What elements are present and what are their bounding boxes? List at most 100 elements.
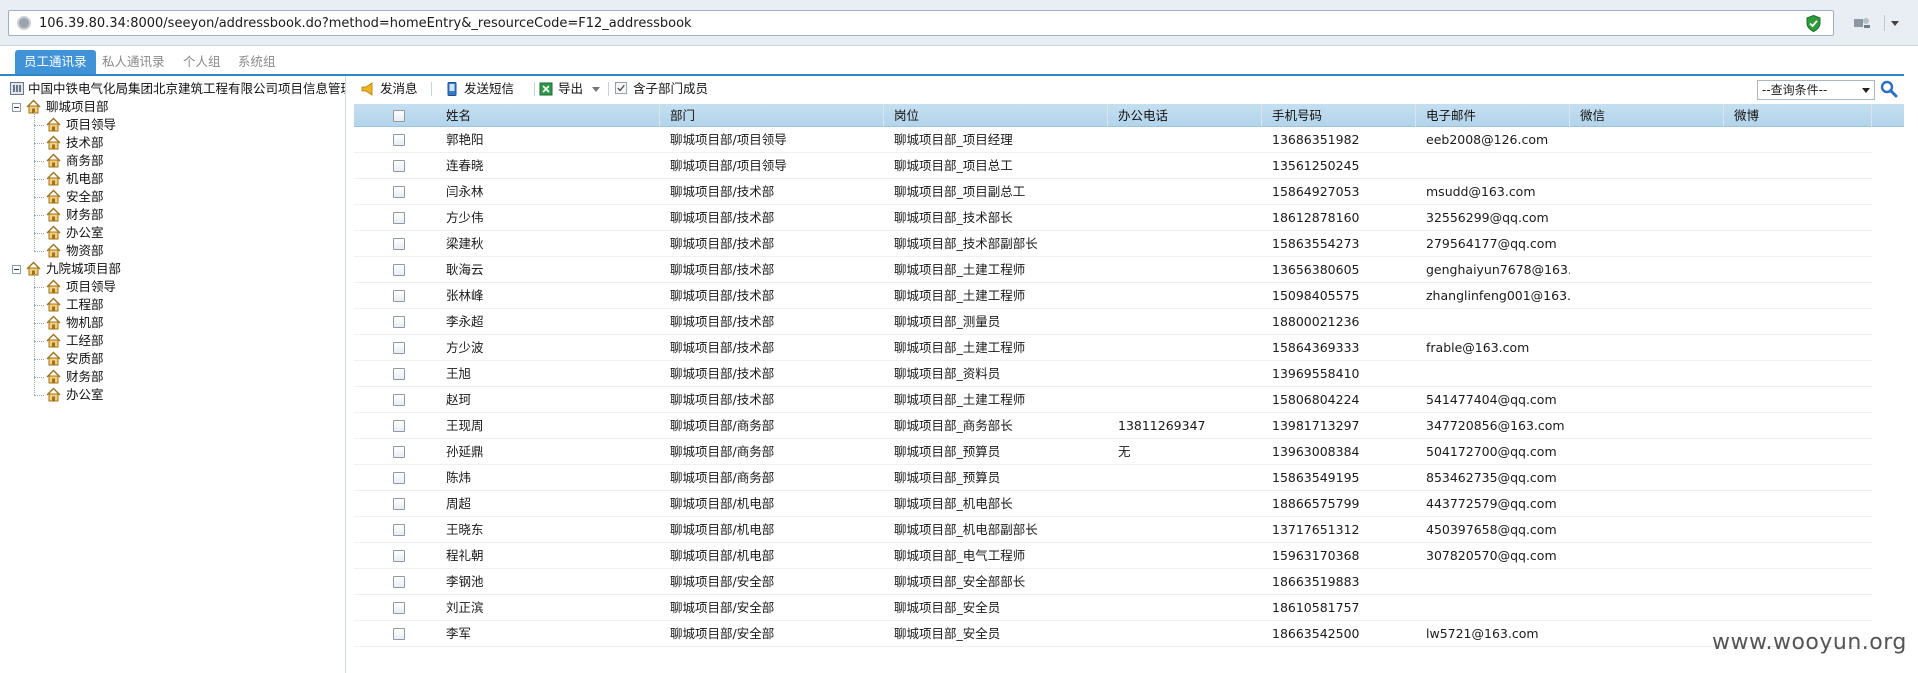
cell-name[interactable]: 耿海云	[436, 257, 660, 283]
table-row[interactable]: 周超 聊城项目部/机电部 聊城项目部_机电部长 18866575799 44377257…	[354, 491, 1872, 517]
url-field[interactable]: 106.39.80.34:8000/seeyon/addressbook.do?…	[8, 10, 1834, 36]
row-select-checkbox[interactable]	[393, 420, 405, 432]
cell-name[interactable]: 李钢池	[436, 569, 660, 595]
browser-menu-caret[interactable]	[1884, 15, 1902, 31]
tab-personal-group[interactable]: 个人组	[174, 50, 230, 74]
table-row[interactable]: 连春晓 聊城项目部/项目领导 聊城项目部_项目总工 13561250245	[354, 153, 1872, 179]
column-header-weibo[interactable]: 微博	[1724, 104, 1872, 127]
table-row[interactable]: 刘正滨 聊城项目部/安全部 聊城项目部_安全员 18610581757	[354, 595, 1872, 621]
cell-name[interactable]: 方少伟	[436, 205, 660, 231]
table-row[interactable]: 赵珂 聊城项目部/技术部 聊城项目部_土建工程师 15806804224 5414774…	[354, 387, 1872, 413]
tab-system-group[interactable]: 系统组	[229, 50, 285, 74]
cell-name[interactable]: 郭艳阳	[436, 127, 660, 153]
table-row[interactable]: 李军 聊城项目部/安全部 聊城项目部_安全员 18663542500 lw5721@16…	[354, 621, 1872, 647]
tree-department-item[interactable]: 技术部	[46, 134, 104, 152]
tree-department-item[interactable]: 安全部	[46, 188, 104, 206]
table-row[interactable]: 方少波 聊城项目部/技术部 聊城项目部_土建工程师 15864369333 frable…	[354, 335, 1872, 361]
cell-name[interactable]: 连春晓	[436, 153, 660, 179]
cell-name[interactable]: 王现周	[436, 413, 660, 439]
include-sub-checkbox[interactable]	[615, 82, 628, 95]
table-row[interactable]: 郭艳阳 聊城项目部/项目领导 聊城项目部_项目经理 13686351982 eeb200…	[354, 127, 1872, 153]
include-sub-department-option[interactable]: 含子部门成员	[615, 80, 708, 98]
shield-icon[interactable]	[1806, 15, 1821, 32]
tree-collapse-toggle-icon[interactable]	[12, 265, 21, 274]
tree-department-item[interactable]: 财务部	[46, 368, 104, 386]
tree-department-item[interactable]: 工程部	[46, 296, 104, 314]
tree-group-item[interactable]: 聊城项目部	[12, 98, 109, 116]
export-dropdown-caret-icon[interactable]	[592, 87, 600, 92]
row-select-checkbox[interactable]	[393, 264, 405, 276]
row-select-checkbox[interactable]	[393, 134, 405, 146]
cell-name[interactable]: 陈炜	[436, 465, 660, 491]
column-header-wechat[interactable]: 微信	[1570, 104, 1724, 127]
table-row[interactable]: 王现周 聊城项目部/商务部 聊城项目部_商务部长 13811269347 1398171…	[354, 413, 1872, 439]
tree-department-item[interactable]: 商务部	[46, 152, 104, 170]
row-select-checkbox[interactable]	[393, 238, 405, 250]
column-header-name[interactable]: 姓名	[436, 104, 660, 127]
tree-department-item[interactable]: 项目领导	[46, 278, 116, 296]
table-row[interactable]: 闫永林 聊城项目部/技术部 聊城项目部_项目副总工 15864927053 msudd@…	[354, 179, 1872, 205]
row-select-checkbox[interactable]	[393, 576, 405, 588]
row-select-checkbox[interactable]	[393, 160, 405, 172]
tree-department-item[interactable]: 工经部	[46, 332, 104, 350]
cell-name[interactable]: 刘正滨	[436, 595, 660, 621]
table-row[interactable]: 张林峰 聊城项目部/技术部 聊城项目部_土建工程师 15098405575 zhangl…	[354, 283, 1872, 309]
cell-name[interactable]: 李军	[436, 621, 660, 647]
row-select-checkbox[interactable]	[393, 550, 405, 562]
table-row[interactable]: 陈炜 聊城项目部/商务部 聊城项目部_预算员 15863549195 853462735…	[354, 465, 1872, 491]
cell-name[interactable]: 周超	[436, 491, 660, 517]
cell-name[interactable]: 王晓东	[436, 517, 660, 543]
row-select-checkbox[interactable]	[393, 316, 405, 328]
row-select-checkbox[interactable]	[393, 212, 405, 224]
cell-name[interactable]: 李永超	[436, 309, 660, 335]
row-select-checkbox[interactable]	[393, 446, 405, 458]
row-select-checkbox[interactable]	[393, 394, 405, 406]
cell-name[interactable]: 梁建秋	[436, 231, 660, 257]
table-row[interactable]: 程礼朝 聊城项目部/机电部 聊城项目部_电气工程师 15963170368 307820…	[354, 543, 1872, 569]
row-select-checkbox[interactable]	[393, 472, 405, 484]
row-select-checkbox[interactable]	[393, 602, 405, 614]
cell-name[interactable]: 孙延鼎	[436, 439, 660, 465]
export-button[interactable]: 导出	[539, 80, 600, 98]
tree-department-item[interactable]: 项目领导	[46, 116, 116, 134]
tree-department-item[interactable]: 物资部	[46, 242, 104, 260]
row-select-checkbox[interactable]	[393, 342, 405, 354]
cell-name[interactable]: 程礼朝	[436, 543, 660, 569]
table-row[interactable]: 孙延鼎 聊城项目部/商务部 聊城项目部_预算员 无 13963008384 5041727…	[354, 439, 1872, 465]
tree-group-item[interactable]: 九院城项目部	[12, 260, 121, 278]
column-header-office-phone[interactable]: 办公电话	[1108, 104, 1262, 127]
table-row[interactable]: 方少伟 聊城项目部/技术部 聊城项目部_技术部长 18612878160 3255629…	[354, 205, 1872, 231]
column-header-department[interactable]: 部门	[660, 104, 884, 127]
row-select-checkbox[interactable]	[393, 498, 405, 510]
tree-department-item[interactable]: 财务部	[46, 206, 104, 224]
column-header-mobile[interactable]: 手机号码	[1262, 104, 1416, 127]
cell-name[interactable]: 方少波	[436, 335, 660, 361]
row-select-checkbox[interactable]	[393, 628, 405, 640]
row-select-checkbox[interactable]	[393, 368, 405, 380]
row-select-checkbox[interactable]	[393, 524, 405, 536]
row-select-checkbox[interactable]	[393, 290, 405, 302]
tree-root[interactable]: 中国中铁电气化局集团北京建筑工程有限公司项目信息管理系	[10, 80, 345, 98]
table-row[interactable]: 李永超 聊城项目部/技术部 聊城项目部_测量员 18800021236	[354, 309, 1872, 335]
send-sms-button[interactable]: 发送短信	[445, 80, 514, 98]
row-select-checkbox[interactable]	[393, 186, 405, 198]
table-row[interactable]: 王旭 聊城项目部/技术部 聊城项目部_资料员 13969558410	[354, 361, 1872, 387]
tree-department-item[interactable]: 安质部	[46, 350, 104, 368]
column-header-position[interactable]: 岗位	[884, 104, 1108, 127]
search-icon[interactable]	[1880, 80, 1898, 98]
table-row[interactable]: 耿海云 聊城项目部/技术部 聊城项目部_土建工程师 13656380605 gengha…	[354, 257, 1872, 283]
tree-department-item[interactable]: 机电部	[46, 170, 104, 188]
cell-name[interactable]: 赵珂	[436, 387, 660, 413]
url-text[interactable]: 106.39.80.34:8000/seeyon/addressbook.do?…	[39, 16, 692, 31]
query-condition-select[interactable]: --查询条件--	[1757, 80, 1875, 100]
column-header-email[interactable]: 电子邮件	[1416, 104, 1570, 127]
select-all-checkbox[interactable]	[393, 110, 405, 122]
table-row[interactable]: 梁建秋 聊城项目部/技术部 聊城项目部_技术部副部长 15863554273 27956…	[354, 231, 1872, 257]
table-row[interactable]: 李钢池 聊城项目部/安全部 聊城项目部_安全部部长 18663519883	[354, 569, 1872, 595]
table-row[interactable]: 王晓东 聊城项目部/机电部 聊城项目部_机电部副部长 13717651312 45039…	[354, 517, 1872, 543]
tree-department-item[interactable]: 办公室	[46, 386, 104, 404]
extension-icon[interactable]	[1852, 15, 1872, 31]
cell-name[interactable]: 闫永林	[436, 179, 660, 205]
tab-private-addressbook[interactable]: 私人通讯录	[93, 50, 174, 74]
tree-department-item[interactable]: 办公室	[46, 224, 104, 242]
